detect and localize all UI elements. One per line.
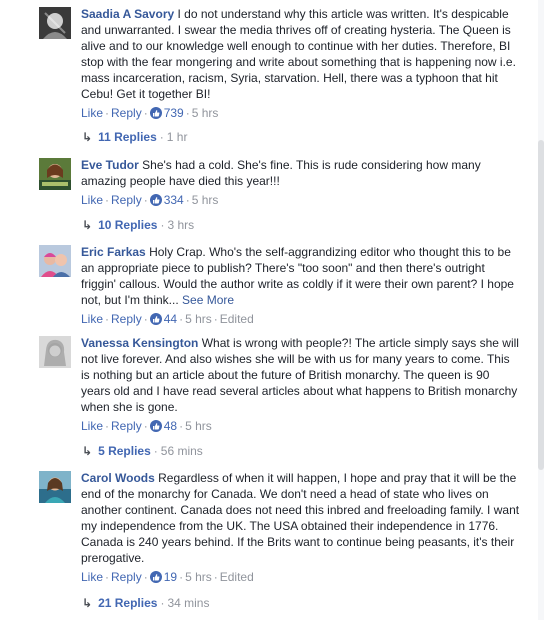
see-more-link[interactable]: See More <box>182 293 234 307</box>
reply-link[interactable]: Reply <box>111 193 142 207</box>
thumbs-up-icon <box>149 194 162 206</box>
comment-item: Eric Farkas Holy Crap. Who's the self-ag… <box>39 244 520 327</box>
like-count[interactable]: 44 <box>164 312 177 326</box>
replies-time: 56 mins <box>160 444 203 458</box>
reply-link[interactable]: Reply <box>111 312 142 326</box>
view-replies[interactable]: ↳ 21 Replies · 34 mins <box>82 595 209 611</box>
comment-text: She's had a cold. She's fine. This is ru… <box>81 158 481 188</box>
replies-time: 3 hrs <box>167 218 195 232</box>
comment-author[interactable]: Saadia A Savory <box>81 7 174 21</box>
comment-author[interactable]: Carol Woods <box>81 471 155 485</box>
thumbs-up-icon <box>149 313 162 325</box>
reply-arrow-icon: ↳ <box>82 130 93 144</box>
comment-actions: Like · Reply · 739 · 5 hrs <box>81 106 219 120</box>
comment-item: Eve Tudor She's had a cold. She's fine. … <box>39 157 520 208</box>
comment-timestamp[interactable]: 5 hrs <box>185 419 212 433</box>
like-count[interactable]: 19 <box>164 570 177 584</box>
edited-label[interactable]: Edited <box>220 312 254 326</box>
like-link[interactable]: Like <box>81 570 103 584</box>
avatar[interactable] <box>39 471 71 503</box>
thumbs-up-icon <box>149 107 162 119</box>
avatar[interactable] <box>39 336 71 368</box>
like-link[interactable]: Like <box>81 312 103 326</box>
avatar[interactable] <box>39 7 71 39</box>
comment-text: I do not understand why this article was… <box>81 7 516 101</box>
like-count[interactable]: 48 <box>164 419 177 433</box>
reply-arrow-icon: ↳ <box>82 444 93 458</box>
comment-body: Vanessa Kensington What is wrong with pe… <box>81 335 520 415</box>
comment-actions: Like · Reply · 19 · 5 hrs · Edited <box>81 570 254 584</box>
reply-arrow-icon: ↳ <box>82 596 93 610</box>
comment-text: Regardless of when it will happen, I hop… <box>81 471 520 565</box>
comment-actions: Like · Reply · 44 · 5 hrs · Edited <box>81 312 254 326</box>
comment-text: Holy Crap. Who's the self-aggrandizing e… <box>81 245 514 307</box>
replies-time: 34 mins <box>167 596 210 610</box>
replies-time: 1 hr <box>166 130 188 144</box>
comment-body: Eve Tudor She's had a cold. She's fine. … <box>81 157 520 189</box>
replies-count[interactable]: 10 Replies <box>98 218 157 232</box>
comment-author[interactable]: Eve Tudor <box>81 158 139 172</box>
comment-item: Carol Woods Regardless of when it will h… <box>39 470 520 585</box>
comment-timestamp[interactable]: 5 hrs <box>192 193 219 207</box>
thumbs-up-icon <box>149 420 162 432</box>
comment-item: Saadia A Savory I do not understand why … <box>39 6 520 121</box>
reply-link[interactable]: Reply <box>111 106 142 120</box>
comment-author[interactable]: Eric Farkas <box>81 245 146 259</box>
comment-body: Eric Farkas Holy Crap. Who's the self-ag… <box>81 244 520 308</box>
reply-link[interactable]: Reply <box>111 419 142 433</box>
comment-feed: Saadia A Savory I do not understand why … <box>0 0 544 620</box>
avatar[interactable] <box>39 158 71 190</box>
like-link[interactable]: Like <box>81 106 103 120</box>
reply-link[interactable]: Reply <box>111 570 142 584</box>
replies-count[interactable]: 21 Replies <box>98 596 157 610</box>
scrollbar-thumb[interactable] <box>538 140 544 470</box>
thumbs-up-icon <box>149 571 162 583</box>
view-replies[interactable]: ↳ 10 Replies · 3 hrs <box>82 217 194 233</box>
reply-arrow-icon: ↳ <box>82 218 93 232</box>
avatar[interactable] <box>39 245 71 277</box>
comment-actions: Like · Reply · 48 · 5 hrs <box>81 419 212 433</box>
comment-body: Carol Woods Regardless of when it will h… <box>81 470 520 566</box>
replies-count[interactable]: 11 Replies <box>98 130 157 144</box>
comment-body: Saadia A Savory I do not understand why … <box>81 6 520 102</box>
scrollbar-track[interactable] <box>538 0 544 620</box>
comment-timestamp[interactable]: 5 hrs <box>192 106 219 120</box>
comment-timestamp[interactable]: 5 hrs <box>185 570 212 584</box>
comment-item: Vanessa Kensington What is wrong with pe… <box>39 335 520 434</box>
like-link[interactable]: Like <box>81 193 103 207</box>
comment-actions: Like · Reply · 334 · 5 hrs <box>81 193 219 207</box>
comment-author[interactable]: Vanessa Kensington <box>81 336 198 350</box>
replies-count[interactable]: 5 Replies <box>98 444 151 458</box>
view-replies[interactable]: ↳ 5 Replies · 56 mins <box>82 443 203 459</box>
view-replies[interactable]: ↳ 11 Replies · 1 hr <box>82 129 187 145</box>
like-count[interactable]: 739 <box>164 106 184 120</box>
like-link[interactable]: Like <box>81 419 103 433</box>
edited-label[interactable]: Edited <box>220 570 254 584</box>
comment-timestamp[interactable]: 5 hrs <box>185 312 212 326</box>
like-count[interactable]: 334 <box>164 193 184 207</box>
